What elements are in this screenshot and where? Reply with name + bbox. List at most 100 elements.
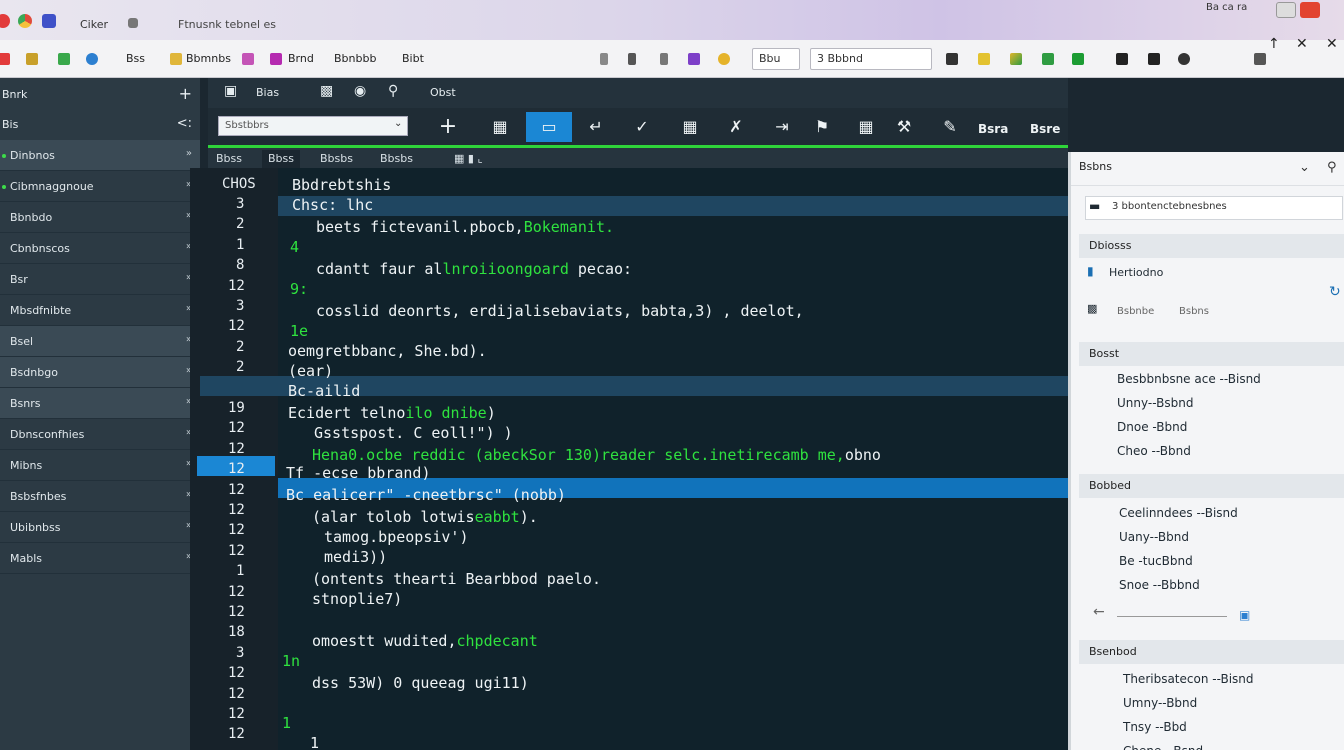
sidebar-item[interactable]: Cbnbnscos»: [0, 233, 200, 264]
close-window-icon[interactable]: [0, 14, 10, 28]
outline-item[interactable]: Cheo --Bbnd: [1117, 444, 1191, 458]
back-arrow-icon[interactable]: ←: [1093, 604, 1105, 620]
outline-item[interactable]: Unny--Bsbnd: [1117, 396, 1193, 410]
debug-button[interactable]: ▦: [672, 112, 708, 142]
person-icon[interactable]: [946, 53, 958, 65]
menu-obst[interactable]: Obst: [430, 86, 456, 99]
search-icon[interactable]: ⚲: [1327, 160, 1337, 175]
delete-icon[interactable]: ▩: [1087, 302, 1097, 315]
section-header-3[interactable]: Bobbed: [1079, 474, 1344, 498]
back-arrow-icon[interactable]: ↑: [1268, 36, 1280, 52]
address-bar[interactable]: Ftnusnk tebnel es: [172, 18, 592, 38]
brush-button[interactable]: ✎: [932, 112, 968, 142]
code-editor[interactable]: Bbdrebtshis Chsc: lhc beets fictevanil.pbo…: [200, 168, 1068, 750]
chart-icon[interactable]: [1010, 53, 1022, 65]
tab-2[interactable]: Bbss: [262, 150, 300, 168]
save-icon[interactable]: ▩: [320, 83, 333, 99]
outline-item[interactable]: Uany--Bbnd: [1119, 530, 1189, 544]
sidebar-item[interactable]: Dinbnos »: [0, 140, 200, 171]
filter-icon[interactable]: ▬: [1089, 199, 1100, 213]
sidebar-item[interactable]: Bsbsfnbes»: [0, 481, 200, 512]
sidebar-item[interactable]: Cibmnaggnoue»: [0, 171, 200, 202]
tab-3[interactable]: Bbsbs: [314, 150, 359, 168]
color-icon[interactable]: [688, 53, 700, 65]
outline-item[interactable]: Umny--Bbnd: [1123, 696, 1197, 710]
small-row-2[interactable]: Bsbns: [1179, 306, 1209, 317]
step-button[interactable]: ⇥: [764, 112, 800, 142]
refresh-icon[interactable]: ↻: [1329, 284, 1341, 300]
minimize-button[interactable]: [1276, 2, 1296, 18]
symbol-dropdown[interactable]: Sbstbbrs: [218, 116, 408, 136]
outline-item[interactable]: Theribsatecon --Bisnd: [1123, 672, 1254, 686]
settings-icon[interactable]: [660, 53, 668, 65]
panel-search-input[interactable]: 3 bbontenctebnesbnes: [1085, 196, 1343, 220]
chevron-down-icon[interactable]: ⌄: [1299, 160, 1310, 175]
bookmark-2[interactable]: Bbmnbs: [186, 52, 231, 65]
sidebar-item[interactable]: Mbsdfnibte»: [0, 295, 200, 326]
return-button[interactable]: ↵: [578, 112, 614, 142]
pin-icon-2[interactable]: [628, 53, 636, 65]
tool-icon[interactable]: ⚲: [388, 83, 398, 99]
mail-icon[interactable]: [270, 53, 282, 65]
camera-icon[interactable]: ◉: [354, 83, 366, 99]
outline-item[interactable]: Be -tucBbnd: [1119, 554, 1193, 568]
project-select[interactable]: 3 Bbbnd: [810, 48, 932, 70]
sidebar-item[interactable]: Mabls»: [0, 543, 200, 574]
tab-4[interactable]: Bbsbs: [374, 150, 419, 168]
user-icon[interactable]: [1116, 53, 1128, 65]
add-button[interactable]: +: [430, 112, 466, 142]
sidebar-item[interactable]: Bsr»: [0, 264, 200, 295]
chevron-right-icon[interactable]: »: [186, 148, 192, 159]
bookmark-3[interactable]: Brnd: [288, 52, 314, 65]
stop-button[interactable]: Bsre: [1030, 122, 1060, 136]
star-icon[interactable]: [718, 53, 730, 65]
sidebar-item[interactable]: Bsdnbgo»: [0, 357, 200, 388]
shield-icon[interactable]: [1148, 53, 1160, 65]
pencil-icon[interactable]: [26, 53, 38, 65]
cursor-button[interactable]: ✓: [624, 112, 660, 142]
menu-bias[interactable]: Bias: [256, 86, 279, 99]
sidebar-item[interactable]: Ubibnbss»: [0, 512, 200, 543]
refresh-icon[interactable]: [1178, 53, 1190, 65]
pin-icon[interactable]: [600, 53, 608, 65]
check-icon[interactable]: [1042, 53, 1054, 65]
bookmark-icon[interactable]: [0, 53, 10, 65]
page-icon[interactable]: [242, 53, 254, 65]
section-header-2[interactable]: Bosst: [1079, 342, 1344, 366]
bookmark-button[interactable]: ⚑: [804, 112, 840, 142]
globe-icon[interactable]: [86, 53, 98, 65]
add-icon[interactable]: +: [179, 84, 192, 103]
chrome-icon[interactable]: [18, 14, 32, 28]
outline-item[interactable]: Tnsy --Bbd: [1123, 720, 1187, 734]
collapse-icon[interactable]: <:: [177, 116, 192, 131]
tab-icons[interactable]: ▦ ▮ ⌞: [448, 150, 489, 168]
sidebar-item[interactable]: Bbnbdo»: [0, 202, 200, 233]
item-heading[interactable]: Hertiodno: [1109, 266, 1163, 279]
comment-button[interactable]: ▭: [526, 112, 572, 142]
image-icon[interactable]: ▣: [1239, 608, 1250, 622]
section-header-4[interactable]: Bsenbod: [1079, 640, 1344, 664]
grid-icon[interactable]: [58, 53, 70, 65]
folder-yellow-icon[interactable]: [978, 53, 990, 65]
tab-1[interactable]: Bbss: [210, 150, 248, 168]
close-button[interactable]: [1300, 2, 1320, 18]
folder-icon[interactable]: ▣: [224, 83, 237, 99]
app-icon[interactable]: [42, 14, 56, 28]
sidebar-item[interactable]: Bsel»: [0, 326, 200, 357]
browser-tab[interactable]: Ciker: [80, 18, 108, 31]
close-x-icon[interactable]: ✕: [1296, 36, 1308, 52]
inline-input[interactable]: [1117, 616, 1227, 617]
close-x-icon-2[interactable]: ✕: [1326, 36, 1338, 52]
breakpoint-button[interactable]: ✗: [718, 112, 754, 142]
grid-button[interactable]: ▦: [482, 112, 518, 142]
chevron-down-icon[interactable]: ⌄: [394, 118, 402, 129]
calendar-icon[interactable]: [1254, 53, 1266, 65]
sidebar-item[interactable]: Bsnrs»: [0, 388, 200, 419]
bookmark-1[interactable]: Bss: [126, 52, 145, 65]
outline-item[interactable]: Ceelinndees --Bisnd: [1119, 506, 1238, 520]
section-header-1[interactable]: Dbiosss: [1079, 234, 1344, 258]
outline-item[interactable]: Snoe --Bbbnd: [1119, 578, 1200, 592]
sidebar-item[interactable]: Dbnsconfhies»: [0, 419, 200, 450]
wrench-button[interactable]: ⚒: [886, 112, 922, 142]
outline-item[interactable]: Besbbnbsne ace --Bisnd: [1117, 372, 1261, 386]
